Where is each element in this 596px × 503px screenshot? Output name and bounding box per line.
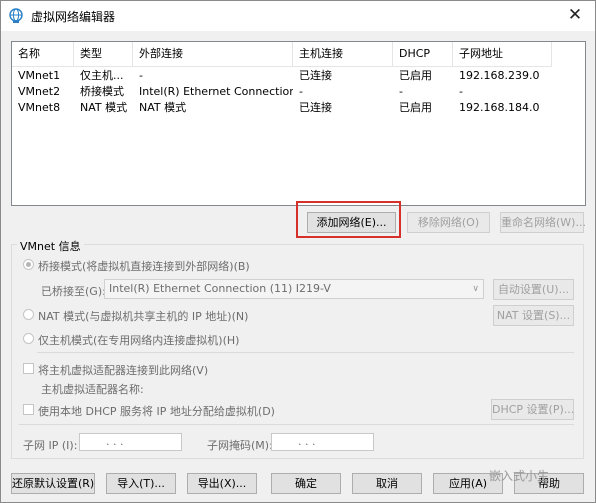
cell-external: Intel(R) Ethernet Connection (... [139,85,293,98]
column-header-name[interactable]: 名称 [12,42,74,66]
bridged-to-value: Intel(R) Ethernet Connection (11) I219-V [109,282,331,295]
cell-host: 已连接 [299,101,332,114]
cell-name: VMnet1 [18,69,61,82]
nat-settings-button[interactable]: NAT 设置(S)... [493,305,574,326]
dhcp-checkbox[interactable] [23,404,34,415]
nat-mode-radio[interactable] [23,309,34,320]
host-only-label: 仅主机模式(在专用网络内连接虚拟机)(H) [38,334,240,347]
table-row[interactable]: VMnet8 NAT 模式 NAT 模式 已连接 已启用 192.168.184… [12,100,552,116]
dhcp-settings-button[interactable]: DHCP 设置(P)... [491,399,574,420]
cell-name: VMnet8 [18,101,61,114]
cell-external: - [139,69,143,82]
remove-network-button[interactable]: 移除网络(O) [407,212,490,233]
cell-external: NAT 模式 [139,101,187,114]
ok-button[interactable]: 确定 [271,473,341,494]
rename-network-button[interactable]: 重命名网络(W)... [500,212,586,233]
watermark: 嵌入式小生 [489,469,550,483]
virtual-network-editor-window: 虚拟网络编辑器 ✕ 名称 类型 外部连接 主机连接 DHCP 子网地址 VMne… [0,0,596,503]
cell-name: VMnet2 [18,85,61,98]
connect-adapter-label: 将主机虚拟适配器连接到此网络(V) [38,364,209,377]
cell-type: NAT 模式 [80,101,128,114]
cell-dhcp: 已启用 [399,101,432,114]
table-row[interactable]: VMnet2 桥接模式 Intel(R) Ethernet Connection… [12,84,552,100]
import-button[interactable]: 导入(T)... [106,473,176,494]
cell-subnet: - [459,85,463,98]
cell-host: 已连接 [299,69,332,82]
column-header-dhcp[interactable]: DHCP [393,42,453,66]
chevron-down-icon: ∨ [472,284,479,294]
subnet-mask-input[interactable]: . . . [271,433,374,451]
add-network-button[interactable]: 添加网络(E)... [307,212,396,233]
dhcp-label: 使用本地 DHCP 服务将 IP 地址分配给虚拟机(D) [38,405,275,418]
bridge-mode-radio[interactable] [23,259,34,270]
globe-network-icon [9,8,23,23]
network-list[interactable]: 名称 类型 外部连接 主机连接 DHCP 子网地址 VMnet1 仅主机... … [11,41,586,206]
list-header: 名称 类型 外部连接 主机连接 DHCP 子网地址 [12,42,552,67]
title-bar: 虚拟网络编辑器 ✕ [1,1,595,31]
auto-settings-button[interactable]: 自动设置(U)... [493,279,574,300]
column-header-subnet[interactable]: 子网地址 [453,42,552,66]
restore-defaults-button[interactable]: 还原默认设置(R) [11,473,95,494]
adapter-name-label: 主机虚拟适配器名称: [41,383,144,396]
cell-dhcp: 已启用 [399,69,432,82]
subnet-mask-label: 子网掩码(M): [207,439,273,452]
export-button[interactable]: 导出(X)... [187,473,257,494]
cell-host: - [299,85,303,98]
subnet-ip-input[interactable]: . . . [79,433,182,451]
bridged-to-select[interactable]: Intel(R) Ethernet Connection (11) I219-V… [104,279,484,299]
cell-type: 仅主机... [80,69,124,82]
divider [19,424,574,425]
cell-type: 桥接模式 [80,85,124,98]
cell-dhcp: - [399,85,403,98]
connect-adapter-checkbox[interactable] [23,363,34,374]
divider [37,352,574,353]
subnet-ip-label: 子网 IP (I): [23,439,78,452]
vmnet-info-label: VMnet 信息 [17,238,84,254]
bridged-to-label: 已桥接至(G): [41,285,106,298]
nat-mode-label: NAT 模式(与虚拟机共享主机的 IP 地址)(N) [38,310,249,323]
column-header-external[interactable]: 外部连接 [133,42,293,66]
window-title: 虚拟网络编辑器 [31,10,116,24]
close-icon[interactable]: ✕ [563,4,587,28]
bridge-mode-label: 桥接模式(将虚拟机直接连接到外部网络)(B) [38,260,250,273]
table-row[interactable]: VMnet1 仅主机... - 已连接 已启用 192.168.239.0 [12,68,552,84]
column-header-host[interactable]: 主机连接 [293,42,393,66]
cell-subnet: 192.168.184.0 [459,101,540,114]
host-only-radio[interactable] [23,333,34,344]
cancel-button[interactable]: 取消 [352,473,422,494]
column-header-type[interactable]: 类型 [74,42,133,66]
cell-subnet: 192.168.239.0 [459,69,540,82]
